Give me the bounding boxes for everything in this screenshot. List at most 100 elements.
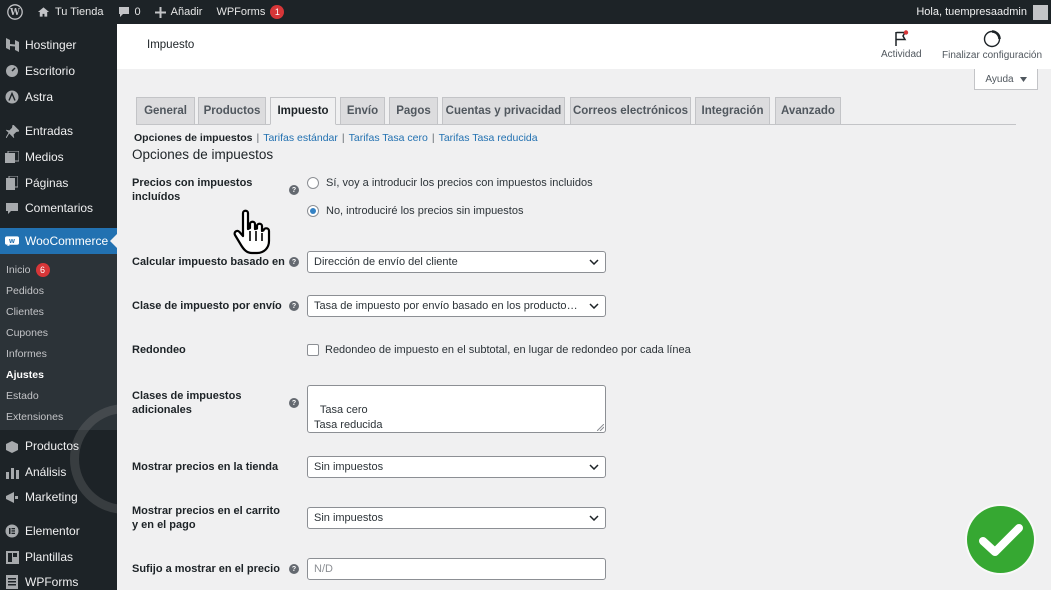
submenu-item-cupones[interactable]: Cupones	[6, 327, 48, 339]
section-link-options[interactable]: Opciones de impuestos	[134, 132, 252, 144]
sidebar-item-escritorio[interactable]: Escritorio	[0, 58, 117, 84]
site-name: Tu Tienda	[55, 6, 104, 18]
sidebar-item-marketing[interactable]: Marketing	[0, 484, 117, 510]
wpforms-notification-badge: 1	[270, 5, 285, 19]
display-shop-select[interactable]: Sin impuestos	[307, 456, 606, 478]
section-link-reduced-rates[interactable]: Tarifas Tasa reducida	[439, 132, 538, 144]
radio-label: No, introduciré los precios sin impuesto…	[326, 205, 524, 217]
prices-incl-tax-yes-option[interactable]: Sí, voy a introducir los precios con imp…	[307, 177, 593, 189]
sidebar-item-paginas[interactable]: Páginas	[0, 170, 117, 196]
select-value: Tasa de impuesto por envío basado en los…	[314, 300, 583, 312]
price-suffix-input[interactable]: N/D	[307, 558, 606, 580]
settings-tabs: General Productos Impuesto Envío Pagos C…	[136, 97, 1016, 125]
comments-link[interactable]: 0	[111, 0, 148, 24]
tab-avanzado[interactable]: Avanzado	[775, 97, 841, 125]
help-tip-icon[interactable]: ?	[289, 564, 299, 574]
submenu-item-label: Ajustes	[6, 369, 44, 381]
tab-pagos[interactable]: Pagos	[389, 97, 438, 125]
rounding-option[interactable]: Redondeo de impuesto en el subtotal, en …	[307, 344, 691, 356]
submenu-item-informes[interactable]: Informes	[6, 348, 47, 360]
plus-icon	[154, 6, 166, 18]
sidebar-item-analisis[interactable]: Análisis	[0, 459, 117, 485]
astra-icon	[5, 90, 19, 104]
sidebar-item-hostinger[interactable]: Hostinger	[0, 32, 117, 58]
sidebar-item-label: Análisis	[25, 465, 67, 479]
caret-down-icon	[1019, 76, 1027, 82]
my-account-menu[interactable]: Hola, tuempresaadmin	[916, 4, 1051, 20]
radio-button-selected[interactable]	[307, 205, 319, 217]
sidebar-item-label: Escritorio	[25, 64, 76, 78]
tab-correos-electronicos[interactable]: Correos electrónicos	[570, 97, 691, 125]
section-link-standard-rates[interactable]: Tarifas estándar	[263, 132, 338, 144]
shipping-tax-class-select[interactable]: Tasa de impuesto por envío basado en los…	[307, 295, 606, 317]
svg-text:W: W	[9, 8, 20, 18]
finish-setup-label: Finalizar configuración	[942, 50, 1043, 61]
tab-impuesto[interactable]: Impuesto	[270, 97, 336, 125]
wpforms-adminbar-menu[interactable]: WPForms 1	[209, 0, 291, 24]
hand-pointer-cursor-icon	[233, 209, 271, 255]
sidebar-item-plantillas[interactable]: Plantillas	[0, 544, 117, 570]
tab-envio[interactable]: Envío	[340, 97, 385, 125]
page-title: Impuesto	[147, 39, 195, 51]
submenu-item-ajustes[interactable]: Ajustes	[6, 369, 44, 381]
additional-tax-classes-textarea[interactable]: Tasa cero Tasa reducida	[307, 385, 606, 433]
submenu-item-pedidos[interactable]: Pedidos	[6, 285, 44, 297]
sidebar-item-productos[interactable]: Productos	[0, 433, 117, 459]
finish-setup-button[interactable]: Finalizar configuración	[942, 30, 1042, 61]
help-tip-icon[interactable]: ?	[289, 185, 299, 195]
chevron-down-icon	[583, 259, 605, 265]
add-new-menu[interactable]: Añadir	[148, 0, 210, 24]
tax-based-on-select[interactable]: Dirección de envío del cliente	[307, 251, 606, 273]
wpforms-icon	[5, 575, 19, 589]
help-tip-icon[interactable]: ?	[289, 257, 299, 267]
sidebar-item-comentarios[interactable]: Comentarios	[0, 195, 117, 221]
rounding-checkbox[interactable]	[307, 344, 319, 356]
sidebar-item-astra[interactable]: Astra	[0, 84, 117, 110]
display-shop-label: Mostrar precios en la tienda	[132, 461, 279, 473]
sidebar-item-woocommerce[interactable]: W WooCommerce	[0, 228, 117, 254]
sidebar-item-medios[interactable]: Medios	[0, 144, 117, 170]
display-cart-label: Mostrar precios en el carrito y en el pa…	[132, 505, 280, 531]
tab-integracion[interactable]: Integración	[695, 97, 770, 125]
input-placeholder: N/D	[314, 563, 333, 575]
pages-icon	[5, 176, 19, 190]
submenu-item-extensiones[interactable]: Extensiones	[6, 411, 63, 423]
tab-general[interactable]: General	[136, 97, 195, 125]
prices-incl-tax-label: Precios con impuestos incluídos	[132, 177, 253, 203]
submenu-item-inicio[interactable]: Inicio 6	[6, 263, 50, 277]
submenu-item-clientes[interactable]: Clientes	[6, 306, 44, 318]
site-home-link[interactable]: Tu Tienda	[30, 0, 111, 24]
prices-incl-tax-no-option[interactable]: No, introduciré los precios sin impuesto…	[307, 205, 523, 217]
sidebar-item-entradas[interactable]: Entradas	[0, 118, 117, 144]
admin-sidebar: Hostinger Escritorio Astra Entradas Medi…	[0, 24, 117, 590]
radio-button[interactable]	[307, 177, 319, 189]
select-value: Sin impuestos	[314, 512, 384, 524]
chevron-down-icon	[583, 303, 605, 309]
marketing-icon	[5, 490, 19, 504]
resize-grip-icon[interactable]	[597, 424, 604, 431]
sidebar-item-wpforms[interactable]: WPForms	[0, 569, 117, 590]
products-icon	[5, 439, 19, 453]
wordpress-logo-icon[interactable]: W	[0, 0, 30, 24]
sidebar-item-label: Productos	[25, 439, 80, 453]
tax-based-on-label: Calcular impuesto basado en	[132, 256, 285, 268]
tab-productos[interactable]: Productos	[198, 97, 266, 125]
help-tip-icon[interactable]: ?	[289, 398, 299, 408]
help-label: Ayuda	[985, 73, 1014, 85]
help-tip-icon[interactable]: ?	[289, 301, 299, 311]
analytics-icon	[5, 465, 19, 479]
sidebar-item-label: Marketing	[25, 490, 78, 504]
shipping-tax-class-label: Clase de impuesto por envío	[132, 300, 282, 312]
green-checkmark-icon	[967, 506, 1034, 573]
submenu-item-estado[interactable]: Estado	[6, 390, 39, 402]
section-link-zero-rates[interactable]: Tarifas Tasa cero	[349, 132, 428, 144]
help-tab-button[interactable]: Ayuda	[974, 69, 1038, 90]
tab-cuentas-privacidad[interactable]: Cuentas y privacidad	[442, 97, 565, 125]
sidebar-item-elementor[interactable]: Elementor	[0, 518, 117, 544]
checkbox-label: Redondeo de impuesto en el subtotal, en …	[325, 344, 691, 356]
pin-icon	[5, 124, 19, 138]
activity-button[interactable]: Actividad	[881, 30, 922, 60]
display-cart-select[interactable]: Sin impuestos	[307, 507, 606, 529]
sidebar-item-label: Hostinger	[25, 38, 77, 52]
wpforms-label: WPForms	[216, 6, 266, 18]
